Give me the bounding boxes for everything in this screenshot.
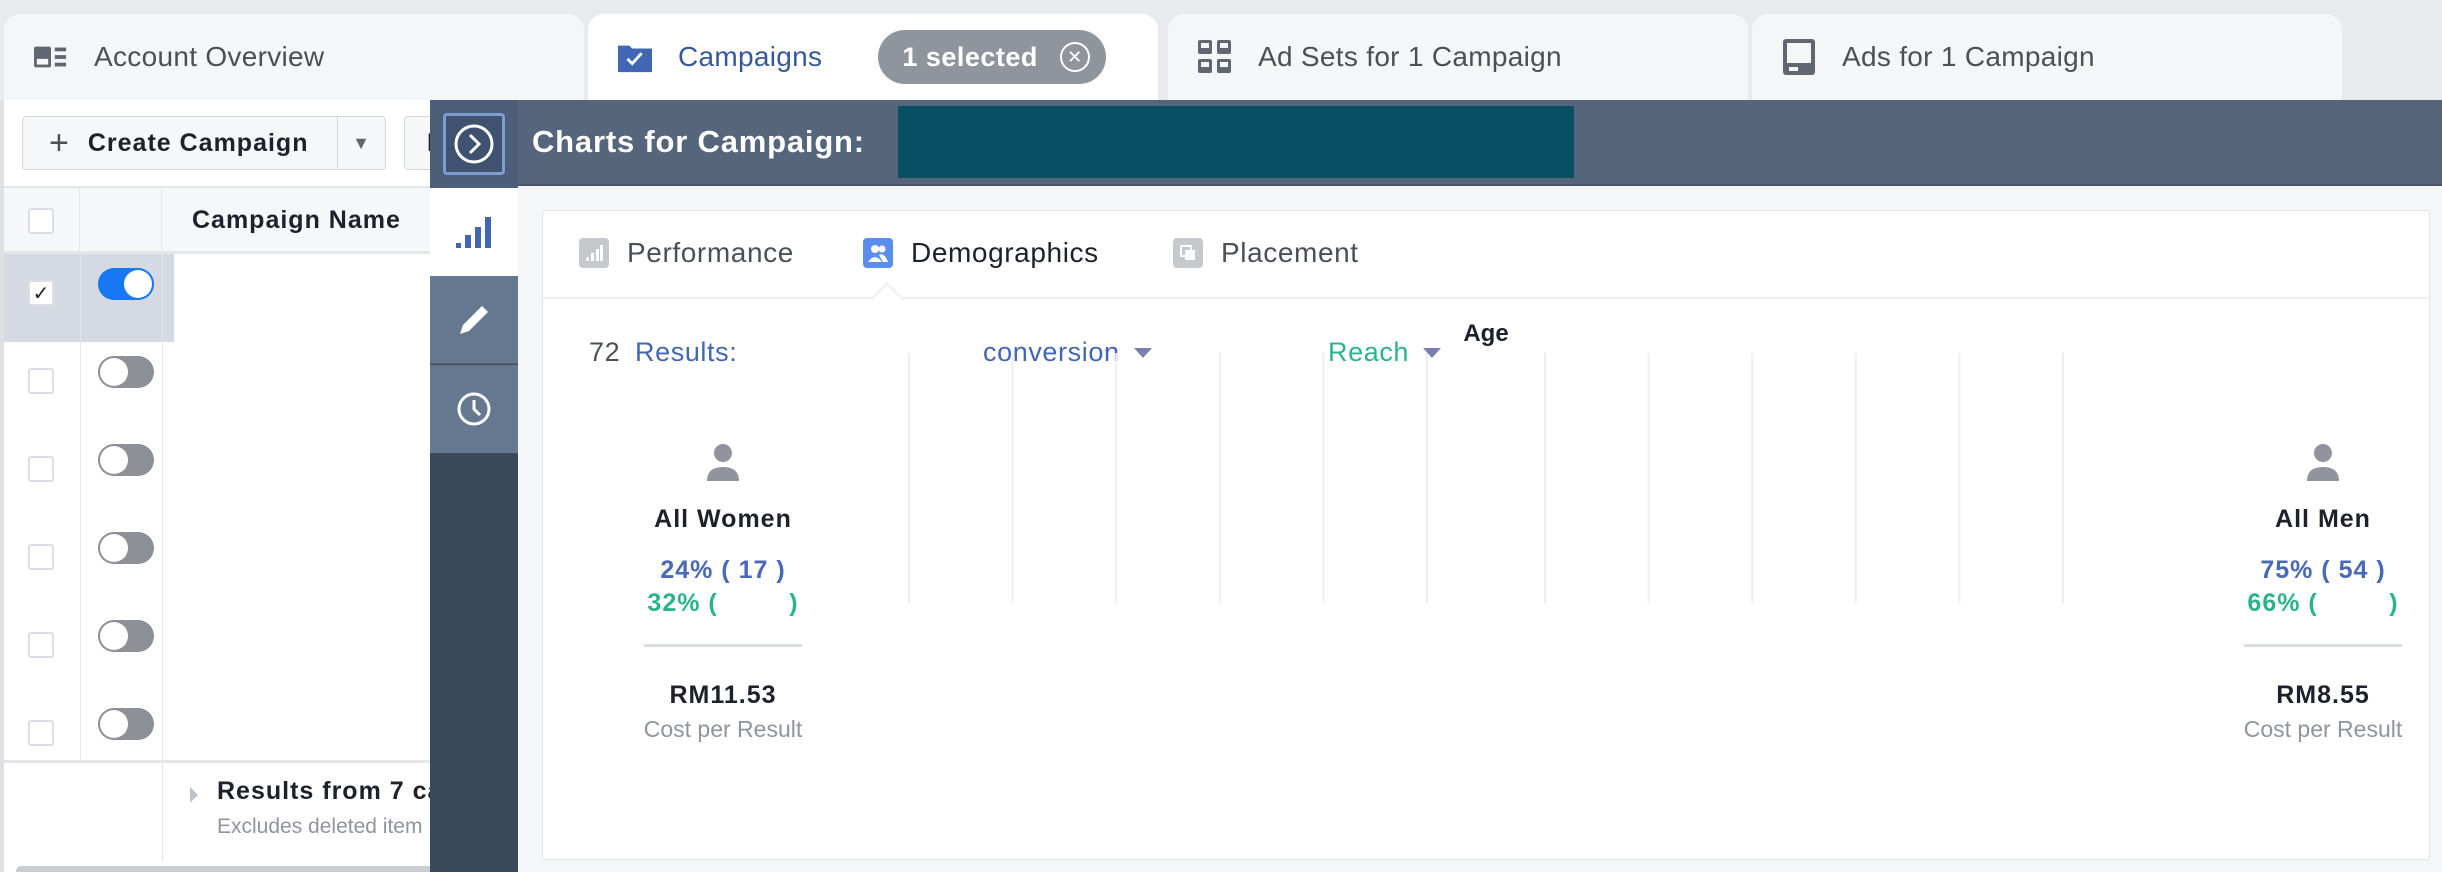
table-footer: Results from 7 ca Excludes deleted item (4, 760, 444, 861)
column-divider (162, 518, 163, 606)
tab-campaigns[interactable]: Campaigns 1 selected ✕ (588, 14, 1158, 100)
toggle-knob (100, 622, 128, 650)
ad-sets-grid-icon (1198, 40, 1232, 73)
table-row[interactable] (4, 518, 444, 606)
column-header-campaign-name[interactable]: Campaign Name (192, 206, 401, 235)
ads-icon (1782, 39, 1816, 75)
column-divider (162, 430, 163, 518)
demographics-card: Performance Demographics Placement 72 Re… (542, 210, 2431, 860)
tab-label: Ads for 1 Campaign (1842, 41, 2095, 72)
table-row[interactable] (4, 342, 444, 430)
campaign-status-toggle[interactable] (98, 708, 154, 740)
campaign-status-toggle[interactable] (98, 620, 154, 652)
toggle-knob (124, 270, 152, 298)
side-nav-history[interactable] (430, 365, 518, 453)
clear-selection-icon[interactable]: ✕ (1059, 42, 1090, 72)
campaigns-folder-check-icon (618, 42, 652, 73)
top-tab-bar: Account Overview Campaigns 1 selected ✕ … (0, 0, 2442, 100)
column-divider (80, 430, 81, 518)
tab-ads[interactable]: Ads for 1 Campaign (1752, 14, 2342, 100)
campaign-status-toggle[interactable] (98, 268, 154, 300)
expand-results-arrow-icon[interactable] (190, 787, 198, 803)
column-divider (162, 606, 163, 694)
row-checkbox[interactable] (28, 632, 54, 658)
charts-panel: Charts for Campaign: Performance Demogra… (430, 100, 2442, 872)
horizontal-scrollbar[interactable] (16, 866, 436, 872)
row-checkbox[interactable]: ✓ (28, 280, 54, 306)
campaign-status-toggle[interactable] (98, 356, 154, 388)
chevron-right-circle-icon (454, 124, 494, 164)
column-divider (80, 518, 81, 606)
side-nav-edit[interactable] (430, 276, 518, 364)
campaign-status-toggle[interactable] (98, 532, 154, 564)
campaign-status-toggle[interactable] (98, 444, 154, 476)
side-nav-charts[interactable] (430, 188, 518, 276)
column-divider (162, 254, 163, 342)
toggle-knob (100, 446, 128, 474)
checkmark-icon: ✓ (32, 282, 50, 305)
panel-side-nav (430, 100, 518, 872)
table-row[interactable] (4, 430, 444, 518)
campaign-name-redacted (898, 106, 1574, 178)
selection-count-label: 1 selected (902, 41, 1038, 72)
row-checkbox[interactable] (28, 544, 54, 570)
collapse-panel-button[interactable] (430, 100, 518, 188)
campaign-table-pane: + Create Campaign ▼ E Campaign Name ✓ Re… (0, 100, 464, 872)
tab-label: Ad Sets for 1 Campaign (1258, 41, 1562, 72)
create-campaign-button[interactable]: + Create Campaign ▼ (22, 116, 386, 170)
table-toolbar: + Create Campaign ▼ E (4, 100, 464, 188)
history-clock-icon (457, 392, 491, 426)
tab-label: Account Overview (94, 41, 325, 72)
selection-badge[interactable]: 1 selected ✕ (878, 30, 1106, 84)
tab-ad-sets[interactable]: Ad Sets for 1 Campaign (1168, 14, 1748, 100)
results-summary-subtitle: Excludes deleted item (217, 815, 423, 838)
results-summary-title: Results from 7 ca (217, 777, 443, 805)
table-header: Campaign Name (4, 188, 444, 254)
row-checkbox[interactable] (28, 720, 54, 746)
panel-title: Charts for Campaign: (532, 124, 865, 159)
column-divider (162, 763, 163, 861)
chart-title-age: Age (1463, 320, 1508, 347)
panel-header: Charts for Campaign: (518, 100, 2442, 186)
column-divider (162, 342, 163, 430)
toggle-column-header (80, 188, 162, 254)
tab-label: Campaigns (678, 41, 823, 72)
tab-account-overview[interactable]: Account Overview (4, 14, 584, 100)
edit-pencil-icon (460, 305, 488, 334)
row-checkbox[interactable] (28, 368, 54, 394)
row-checkbox[interactable] (28, 456, 54, 482)
toggle-knob (100, 358, 128, 386)
toggle-knob (100, 710, 128, 738)
select-all-cell (4, 188, 80, 254)
select-all-checkbox[interactable] (28, 208, 54, 234)
charts-icon (456, 217, 491, 248)
plus-icon: + (49, 123, 70, 162)
column-divider (80, 342, 81, 430)
toggle-knob (100, 534, 128, 562)
app-root: Account Overview Campaigns 1 selected ✕ … (0, 0, 2442, 872)
account-overview-icon (34, 42, 68, 72)
create-campaign-label: Create Campaign (87, 128, 309, 157)
table-row[interactable]: ✓ (4, 254, 444, 342)
column-divider (80, 254, 81, 342)
table-row[interactable] (4, 606, 444, 694)
column-divider (80, 606, 81, 694)
create-dropdown-chevron-icon[interactable]: ▼ (337, 117, 385, 169)
age-pyramid-chart: Age (908, 320, 2064, 603)
